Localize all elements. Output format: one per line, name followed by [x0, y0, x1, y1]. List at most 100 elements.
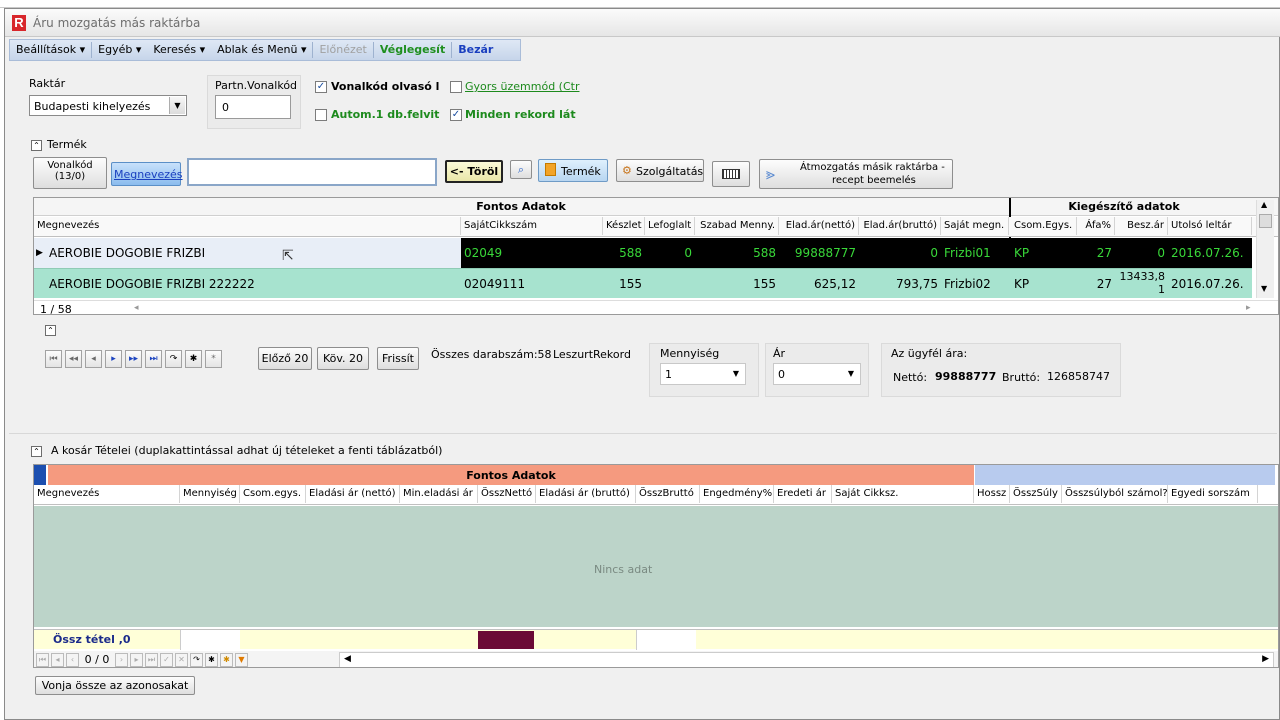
next20-button[interactable]: Köv. 20	[317, 347, 369, 370]
col-header-sku[interactable]: SajátCikkszám	[461, 217, 603, 235]
scroll-down-icon[interactable]: ▼	[1261, 284, 1267, 293]
service-button[interactable]: ⚙ Szolgáltatás	[616, 159, 704, 182]
col-header-gross[interactable]: Elad.ár(bruttó)	[859, 217, 941, 235]
basket-col-gross-price[interactable]: Eladási ár (bruttó)	[536, 485, 636, 503]
basket-col-total-net[interactable]: ÖsszNettó	[478, 485, 536, 503]
table-row[interactable]: ▶ AEROBIE DOGOBIE FRIZBI 02049 588 0 588…	[34, 238, 1252, 268]
prev-record-icon[interactable]: ◂	[85, 350, 102, 368]
first-record-icon[interactable]: ⏮	[45, 350, 62, 368]
refresh-icon[interactable]: ↷	[190, 653, 203, 667]
barcode-button[interactable]: Vonalkód (13/0)	[33, 157, 107, 189]
basket-col-net-price[interactable]: Eladási ár (nettó)	[306, 485, 400, 503]
refresh-button[interactable]: Frissít	[377, 347, 419, 370]
col-header-inventory[interactable]: Utolsó leltár	[1168, 217, 1252, 235]
basket-col-discount[interactable]: Engedmény%	[700, 485, 774, 503]
row-pointer-icon: ▶	[36, 248, 43, 258]
chevron-down-icon[interactable]: ▼	[848, 369, 854, 378]
cancel-icon[interactable]: ✕	[175, 653, 188, 667]
prev20-button[interactable]: Előző 20	[258, 347, 312, 370]
col-header-buy[interactable]: Besz.ár	[1115, 217, 1168, 235]
basket-empty-area[interactable]: Nincs adat	[34, 506, 1278, 627]
menu-other[interactable]: Egyéb ▾	[92, 40, 147, 60]
price-combo[interactable]: 0 ▼	[773, 363, 861, 385]
col-header-free[interactable]: Szabad Menny.	[695, 217, 779, 235]
basket-col-length[interactable]: Hossz	[974, 485, 1010, 503]
basket-col-calc-weight[interactable]: Összsúlyból számol?	[1062, 485, 1168, 503]
basket-pager: 0 / 0	[84, 653, 110, 666]
basket-col-total-gross[interactable]: ÖsszBruttó	[636, 485, 700, 503]
copy-record-icon[interactable]: *	[205, 350, 222, 368]
filter-icon[interactable]: ▼	[235, 653, 248, 667]
auto-qty-checkbox[interactable]	[315, 109, 327, 121]
product-button[interactable]: Termék	[538, 159, 608, 182]
col-header-net[interactable]: Elad.ár(nettó)	[779, 217, 859, 235]
chevron-down-icon[interactable]: ▼	[169, 97, 185, 114]
next-page-icon[interactable]: ▸▸	[125, 350, 142, 368]
last-record-icon[interactable]: ⏭	[145, 350, 162, 368]
refresh-icon[interactable]: ↷	[165, 350, 182, 368]
chevron-down-icon[interactable]: ▼	[733, 369, 739, 378]
partner-barcode-input[interactable]: 0	[215, 95, 291, 119]
col-header-own[interactable]: Saját megn.	[941, 217, 1009, 235]
basket-col-serial[interactable]: Egyedi sorszám	[1168, 485, 1258, 503]
basket-col-min-price[interactable]: Min.eladási ár	[400, 485, 478, 503]
basket-col-name[interactable]: Megnevezés	[34, 485, 180, 503]
product-search-input[interactable]	[187, 158, 437, 186]
scroll-right-icon[interactable]: ▸	[1246, 303, 1251, 313]
basket-col-own-sku[interactable]: Saját Cikksz.	[832, 485, 974, 503]
prev-record-icon[interactable]: ‹	[66, 653, 79, 667]
menu-window[interactable]: Ablak és Menü ▾	[211, 40, 312, 60]
col-header-reserved[interactable]: Lefoglalt	[645, 217, 695, 235]
basket-grid: Fontos Adatok Megnevezés Mennyiség Csom.…	[33, 464, 1279, 668]
next-record-icon[interactable]: ▸	[105, 350, 122, 368]
menu-close[interactable]: Bezár	[452, 40, 499, 60]
basket-col-original-price[interactable]: Eredeti ár	[774, 485, 832, 503]
barcode-reader-checkbox[interactable]: ✓	[315, 81, 327, 93]
next-page-icon[interactable]: ▸	[130, 653, 143, 667]
filtered-record-label: LeszurtRekord	[553, 348, 631, 361]
collapse-icon[interactable]: ⌃	[45, 325, 56, 336]
next-record-icon[interactable]: ›	[115, 653, 128, 667]
basket-col-weight[interactable]: ÖsszSúly	[1010, 485, 1062, 503]
clear-button[interactable]: <- Töröl	[445, 160, 503, 183]
scroll-up-icon[interactable]: ▲	[1261, 200, 1267, 209]
first-record-icon[interactable]: ⏮	[36, 653, 49, 667]
add-record-icon[interactable]: ✱	[205, 653, 218, 667]
collapse-icon[interactable]: ⌃	[31, 140, 42, 151]
add-record-icon[interactable]: ✱	[185, 350, 202, 368]
fast-mode-checkbox[interactable]	[450, 81, 462, 93]
warehouse-combo[interactable]: Budapesti kihelyezés ▼	[29, 95, 187, 116]
col-header-stock[interactable]: Készlet	[603, 217, 645, 235]
prev-page-icon[interactable]: ◂◂	[65, 350, 82, 368]
prev-page-icon[interactable]: ◂	[51, 653, 64, 667]
basket-col-qty[interactable]: Mennyiség	[180, 485, 240, 503]
transfer-button[interactable]: ⪢ Átmozgatás másik raktárba - recept bee…	[759, 159, 953, 189]
menu-settings[interactable]: Beállítások ▾	[10, 40, 91, 60]
scroll-thumb[interactable]	[1259, 214, 1272, 228]
table-row[interactable]: AEROBIE DOGOBIE FRIZBI 222222 02049111 1…	[34, 268, 1252, 298]
scroll-left-icon[interactable]: ◂	[134, 303, 139, 313]
all-records-checkbox[interactable]: ✓	[450, 109, 462, 121]
row-net: 99888777	[794, 246, 856, 260]
vertical-scrollbar[interactable]: ▲ ▼	[1256, 200, 1274, 298]
menu-search[interactable]: Keresés ▾	[147, 40, 211, 60]
search-icon[interactable]: ⌕	[510, 160, 532, 179]
name-search-button[interactable]: Megnevezés	[111, 162, 183, 186]
copy-record-icon[interactable]: ✱	[220, 653, 233, 667]
menu-preview[interactable]: Előnézet	[313, 40, 372, 60]
merge-identical-button[interactable]: Vonja össze az azonosakat	[35, 676, 195, 695]
confirm-icon[interactable]: ✓	[160, 653, 173, 667]
col-header-vat[interactable]: Áfa%	[1077, 217, 1115, 235]
collapse-icon[interactable]: ⌃	[31, 446, 42, 457]
col-header-name[interactable]: Megnevezés	[34, 217, 461, 235]
col-header-unit[interactable]: Csom.Egys.	[1011, 217, 1077, 235]
last-record-icon[interactable]: ⏭	[145, 653, 158, 667]
scroll-left-icon[interactable]: ◀	[344, 654, 351, 664]
row-buy-line2: 1	[1158, 283, 1165, 296]
basket-col-unit[interactable]: Csom.egys.	[240, 485, 306, 503]
horizontal-scrollbar[interactable]: ◀ ▶	[339, 652, 1274, 667]
barcode-scanner-icon[interactable]	[712, 161, 750, 187]
quantity-combo[interactable]: 1 ▼	[660, 363, 746, 385]
scroll-right-icon[interactable]: ▶	[1262, 654, 1269, 664]
menu-finalize[interactable]: Véglegesít	[374, 40, 451, 60]
